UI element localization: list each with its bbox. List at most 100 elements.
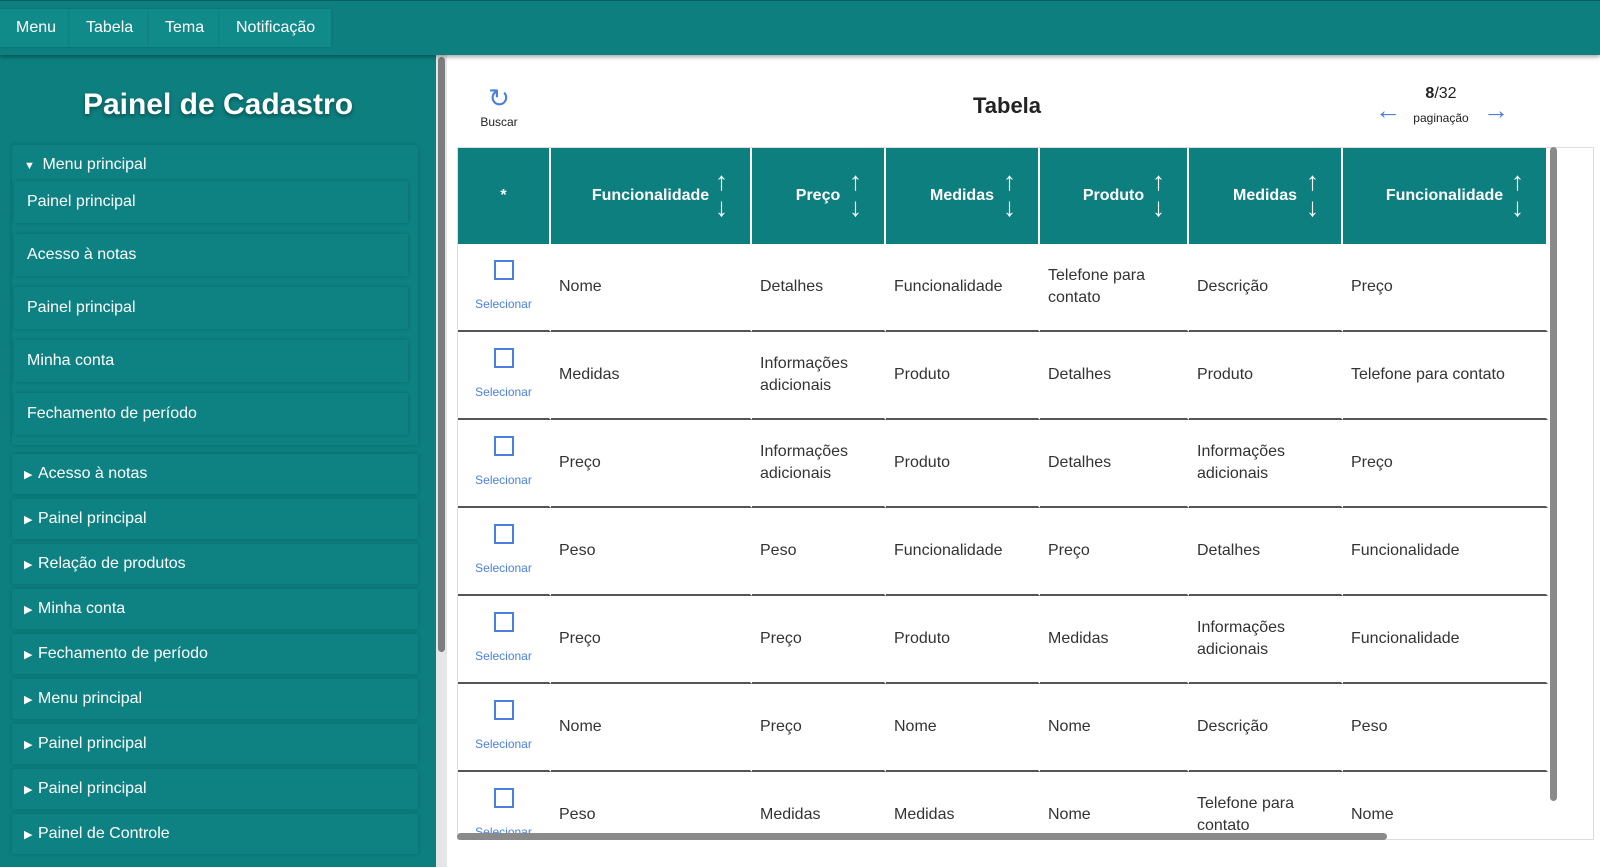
table-cell: Nome [1040,772,1189,839]
table-horizontal-scrollbar[interactable] [457,833,1387,840]
select-label[interactable]: Selecionar [475,385,532,399]
table-cell: Descrição [1189,244,1343,332]
sort-icon[interactable]: ↑ ↓ [1511,168,1524,220]
select-cell[interactable]: Selecionar [458,244,551,332]
sidebar-group-header[interactable]: ▼ Menu principal [24,154,147,176]
sidebar-group[interactable]: ▶ Painel principal [12,499,418,539]
sidebar-group[interactable]: ▶ Minha conta [12,589,418,629]
caret-right-icon: ▶ [24,784,33,796]
sidebar-group[interactable]: ▶ Menu principal [12,679,418,719]
sort-icon[interactable]: ↑ ↓ [849,168,862,220]
sort-icon[interactable]: ↑ ↓ [1152,168,1165,220]
table-cell: Informações adicionais [752,332,886,420]
sidebar-subitem[interactable]: Painel principal [14,287,408,329]
nav-tabela[interactable]: Tabela [70,9,150,47]
caret-right-icon: ▶ [24,469,33,481]
sidebar-scrollbar[interactable] [436,55,447,867]
table-cell: Telefone para contato [1343,332,1548,420]
row-checkbox[interactable] [493,259,514,280]
column-header[interactable]: Preço ↑ ↓ [752,148,886,244]
select-label[interactable]: Selecionar [475,561,532,575]
row-checkbox[interactable] [493,699,514,720]
select-cell[interactable]: Selecionar [458,420,551,508]
column-header[interactable]: Medidas ↑ ↓ [1189,148,1343,244]
column-header[interactable]: Produto ↑ ↓ [1040,148,1189,244]
select-label[interactable]: Selecionar [475,473,532,487]
sidebar-group-label: Fechamento de período [38,645,208,662]
page-title: Tabela [972,93,1042,118]
sidebar-subitem[interactable]: Acesso à notas [14,234,408,276]
table-cell: Peso [551,772,752,839]
sidebar: Painel de Cadastro ▼ Menu principal Pain… [0,55,436,867]
table-cell: Telefone para contato [1189,772,1343,839]
row-checkbox[interactable] [493,523,514,544]
table-row: Selecionar Peso Medidas Medidas Nome Telefone… [458,772,1548,839]
sidebar-group[interactable]: ▶ Acesso à notas [12,454,418,494]
sidebar-scrollbar-thumb[interactable] [438,57,445,652]
row-checkbox[interactable] [493,347,514,368]
table-cell: Detalhes [752,244,886,332]
sidebar-group[interactable]: ▶ Painel principal [12,769,418,809]
column-header[interactable]: Funcionalidade ↑ ↓ [551,148,752,244]
refresh-button[interactable]: ↻ Buscar [477,85,521,129]
select-label[interactable]: Selecionar [475,737,532,751]
table-cell: Nome [551,684,752,772]
table-cell: Medidas [1040,596,1189,684]
table-cell: Nome [1343,772,1548,839]
table-cell: Detalhes [1040,332,1189,420]
sidebar-subitem[interactable]: Minha conta [14,340,408,382]
select-label[interactable]: Selecionar [475,297,532,311]
sidebar-subitem[interactable]: Painel principal [14,181,408,223]
column-header[interactable]: Funcionalidade ↑ ↓ [1343,148,1548,244]
caret-right-icon: ▶ [24,559,33,571]
table-cell: Informações adicionais [1189,596,1343,684]
column-header[interactable]: Medidas ↑ ↓ [886,148,1040,244]
top-navigation-bar: Menu Tabela Tema Notificação [0,0,1600,55]
sidebar-group-label: Painel principal [38,780,147,797]
refresh-label: Buscar [480,115,518,129]
sidebar-group[interactable]: ▶ Relação de produtos [12,544,418,584]
data-table-container: * Funcionalidade ↑ ↓ Preço ↑ ↓ Medidas ↑ ↓ Pro… [457,147,1594,840]
sidebar-subitem[interactable]: Fechamento de período [14,393,408,435]
row-checkbox[interactable] [493,787,514,808]
table-cell: Telefone para contato [1040,244,1189,332]
table-cell: Descrição [1189,684,1343,772]
sort-icon[interactable]: ↑ ↓ [1306,168,1319,220]
table-vertical-scrollbar[interactable] [1548,147,1558,801]
sort-icon[interactable]: ↑ ↓ [715,168,728,220]
sidebar-group-label: Menu principal [38,690,143,707]
refresh-icon: ↻ [488,83,510,113]
table-cell: Preço [1040,508,1189,596]
column-header-label: Medidas [1232,187,1297,204]
select-cell[interactable]: Selecionar [458,332,551,420]
table-row: Selecionar Preço Preço Produto Medidas Inform… [458,596,1548,684]
column-header-label: Funcionalidade [591,187,710,204]
caret-right-icon: ▶ [24,604,33,616]
select-cell[interactable]: Selecionar [458,684,551,772]
select-cell[interactable]: Selecionar [458,596,551,684]
sidebar-group-label: Menu principal [42,156,147,173]
table-cell: Medidas [752,772,886,839]
table-vertical-scrollbar-thumb[interactable] [1550,147,1557,801]
column-header-label: Medidas [929,187,994,204]
nav-menu[interactable]: Menu [0,9,73,47]
table-cell: Preço [752,684,886,772]
next-page-arrow-icon[interactable]: → [1483,95,1509,126]
sidebar-group[interactable]: ▶ Painel de Controle [12,814,418,854]
select-cell[interactable]: Selecionar [458,772,551,839]
nav-notificacao[interactable]: Notificação [220,9,332,47]
table-cell: Nome [886,684,1040,772]
sidebar-group[interactable]: ▶ Painel principal [12,724,418,764]
row-checkbox[interactable] [493,611,514,632]
nav-tema[interactable]: Tema [149,9,221,47]
table-row: Selecionar Medidas Informações adicionais P… [458,332,1548,420]
column-header-label: Preço [795,187,841,204]
select-cell[interactable]: Selecionar [458,508,551,596]
select-label[interactable]: Selecionar [475,649,532,663]
row-checkbox[interactable] [493,435,514,456]
main-content: ↻ Buscar Tabela ← 8/32 paginação → * Fun… [447,55,1600,867]
sort-icon[interactable]: ↑ ↓ [1003,168,1016,220]
pagination-label: paginação [1413,111,1469,125]
table-row: Selecionar Nome Detalhes Funcionalidade Tele… [458,244,1548,332]
sidebar-group[interactable]: ▶ Fechamento de período [12,634,418,674]
